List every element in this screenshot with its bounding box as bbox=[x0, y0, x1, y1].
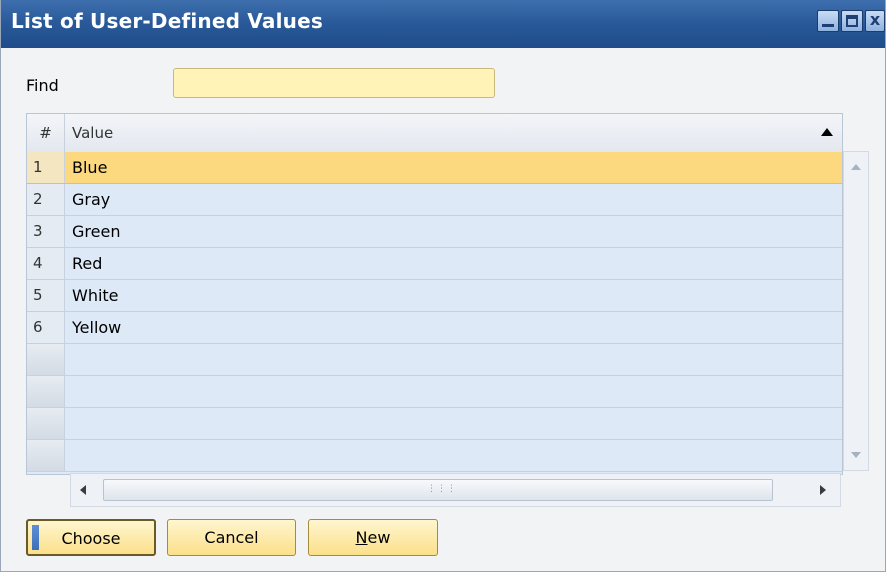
row-number[interactable]: 1 bbox=[27, 152, 65, 183]
scroll-up-icon[interactable] bbox=[851, 164, 861, 170]
minimize-button[interactable] bbox=[817, 10, 839, 32]
find-input[interactable] bbox=[173, 68, 495, 98]
table-row[interactable]: 2 Gray bbox=[27, 184, 842, 216]
minimize-icon bbox=[822, 24, 834, 27]
new-button-mnemonic: N bbox=[355, 528, 368, 547]
close-icon: x bbox=[869, 10, 881, 29]
scroll-left-icon[interactable] bbox=[80, 485, 86, 495]
sort-ascending-icon[interactable] bbox=[821, 128, 833, 136]
default-button-indicator bbox=[32, 525, 39, 550]
grid-rows: 1 Blue 2 Gray 3 Green 4 Red 5 White 6 Ye… bbox=[27, 152, 842, 472]
find-label: Find bbox=[26, 76, 59, 95]
row-value[interactable]: White bbox=[72, 280, 119, 311]
row-number[interactable] bbox=[27, 408, 65, 439]
maximize-icon bbox=[846, 15, 858, 27]
row-number[interactable] bbox=[27, 344, 65, 375]
title-bar[interactable]: List of User-Defined Values x bbox=[1, 0, 885, 48]
empty-table-row[interactable] bbox=[27, 344, 842, 376]
new-button-label: ew bbox=[367, 528, 391, 547]
maximize-button[interactable] bbox=[841, 10, 863, 32]
grip-icon: ⋮⋮⋮ bbox=[427, 484, 457, 494]
row-number[interactable] bbox=[27, 440, 65, 471]
row-number[interactable]: 4 bbox=[27, 248, 65, 279]
scroll-right-icon[interactable] bbox=[820, 485, 826, 495]
grid-header: # Value bbox=[27, 114, 842, 153]
column-header-number[interactable]: # bbox=[27, 114, 65, 152]
row-number[interactable]: 5 bbox=[27, 280, 65, 311]
vertical-scrollbar[interactable] bbox=[843, 151, 869, 471]
window-title: List of User-Defined Values bbox=[11, 9, 323, 33]
table-row[interactable]: 1 Blue bbox=[27, 152, 842, 184]
table-row[interactable]: 5 White bbox=[27, 280, 842, 312]
column-header-value[interactable]: Value bbox=[72, 114, 113, 152]
cancel-button[interactable]: Cancel bbox=[167, 519, 296, 556]
empty-table-row[interactable] bbox=[27, 408, 842, 440]
values-grid: # Value 1 Blue 2 Gray 3 Green 4 Red 5 Wh… bbox=[26, 113, 843, 475]
row-value[interactable]: Red bbox=[72, 248, 102, 279]
row-value[interactable]: Green bbox=[72, 216, 120, 247]
empty-table-row[interactable] bbox=[27, 440, 842, 472]
scroll-thumb[interactable]: ⋮⋮⋮ bbox=[103, 479, 773, 501]
choose-button-label: Choose bbox=[61, 529, 121, 548]
empty-table-row[interactable] bbox=[27, 376, 842, 408]
row-number[interactable]: 6 bbox=[27, 312, 65, 343]
horizontal-scrollbar[interactable]: ⋮⋮⋮ bbox=[70, 473, 841, 507]
table-row[interactable]: 6 Yellow bbox=[27, 312, 842, 344]
row-value[interactable]: Gray bbox=[72, 184, 110, 215]
table-row[interactable]: 4 Red bbox=[27, 248, 842, 280]
row-number[interactable]: 2 bbox=[27, 184, 65, 215]
row-value[interactable]: Yellow bbox=[72, 312, 121, 343]
new-button[interactable]: New bbox=[308, 519, 438, 556]
row-number[interactable] bbox=[27, 376, 65, 407]
row-number[interactable]: 3 bbox=[27, 216, 65, 247]
close-button[interactable]: x bbox=[865, 10, 885, 32]
choose-button[interactable]: Choose bbox=[26, 519, 156, 556]
user-defined-values-window: List of User-Defined Values x Find # Val… bbox=[0, 0, 886, 572]
scroll-down-icon[interactable] bbox=[851, 452, 861, 458]
row-value[interactable]: Blue bbox=[72, 152, 107, 183]
table-row[interactable]: 3 Green bbox=[27, 216, 842, 248]
cancel-button-label: Cancel bbox=[204, 528, 259, 547]
